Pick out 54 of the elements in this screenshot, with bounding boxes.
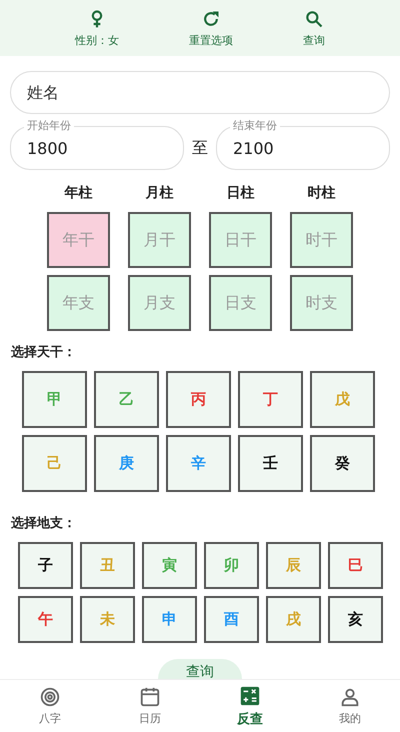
refresh-icon [201, 8, 221, 28]
stem-option[interactable]: 辛 [166, 435, 231, 492]
stem-option[interactable]: 庚 [94, 435, 159, 492]
section-title: 选择地支： [11, 515, 77, 532]
search-icon [304, 8, 324, 28]
section-title: 选择天干： [11, 344, 77, 361]
stem-option[interactable]: 乙 [94, 371, 159, 428]
stem-option[interactable]: 癸 [310, 435, 375, 492]
toolbar-button[interactable]: 查询 [303, 8, 325, 48]
pillar-slot[interactable]: 日支 [209, 275, 272, 331]
branch-option[interactable]: 巳 [328, 542, 383, 589]
branch-option[interactable]: 辰 [266, 542, 321, 589]
stem-option[interactable]: 戊 [310, 371, 375, 428]
name-field[interactable]: 姓名 [10, 71, 390, 114]
pillar-slot[interactable]: 日干 [209, 212, 272, 268]
field-label: 开始年份 [24, 118, 74, 133]
nav-tab[interactable]: 我的 [310, 680, 390, 732]
toolbar-button[interactable]: 性别：女 [75, 8, 119, 48]
calculator-icon [239, 684, 261, 706]
pillar-slot[interactable]: 月干 [128, 212, 191, 268]
stem-option[interactable]: 己 [22, 435, 87, 492]
branch-option[interactable]: 酉 [204, 596, 259, 643]
pillar-slot[interactable]: 年干 [47, 212, 110, 268]
stem-option[interactable]: 壬 [238, 435, 303, 492]
range-separator: 至 [192, 138, 208, 158]
stem-option[interactable]: 丁 [238, 371, 303, 428]
branch-option[interactable]: 卯 [204, 542, 259, 589]
nav-tab[interactable]: 反查 [210, 680, 290, 732]
pillar-title: 时柱 [308, 184, 336, 202]
branch-option[interactable]: 亥 [328, 596, 383, 643]
pillar-slot[interactable]: 年支 [47, 275, 110, 331]
branch-option[interactable]: 午 [18, 596, 73, 643]
pillar-slot[interactable]: 时干 [290, 212, 353, 268]
branch-option[interactable]: 未 [80, 596, 135, 643]
pillar-title: 月柱 [146, 184, 174, 202]
branch-option[interactable]: 丑 [80, 542, 135, 589]
nav-tab[interactable]: 八字 [10, 680, 90, 732]
stem-option[interactable]: 丙 [166, 371, 231, 428]
calendar-icon [139, 686, 161, 708]
person-icon [339, 686, 361, 708]
query-button[interactable]: 查询 [158, 659, 242, 680]
nav-tab[interactable]: 日历 [110, 680, 190, 732]
pillar-slot[interactable]: 时支 [290, 275, 353, 331]
toolbar-button[interactable]: 重置选项 [189, 8, 233, 48]
branch-option[interactable]: 戌 [266, 596, 321, 643]
pillar-slot[interactable]: 月支 [128, 275, 191, 331]
branch-option[interactable]: 申 [142, 596, 197, 643]
pillar-title: 日柱 [226, 184, 254, 202]
spiral-icon [39, 686, 61, 708]
stem-option[interactable]: 甲 [22, 371, 87, 428]
branch-option[interactable]: 寅 [142, 542, 197, 589]
field-label: 结束年份 [230, 118, 280, 133]
branch-option[interactable]: 子 [18, 542, 73, 589]
pillar-title: 年柱 [64, 184, 92, 202]
